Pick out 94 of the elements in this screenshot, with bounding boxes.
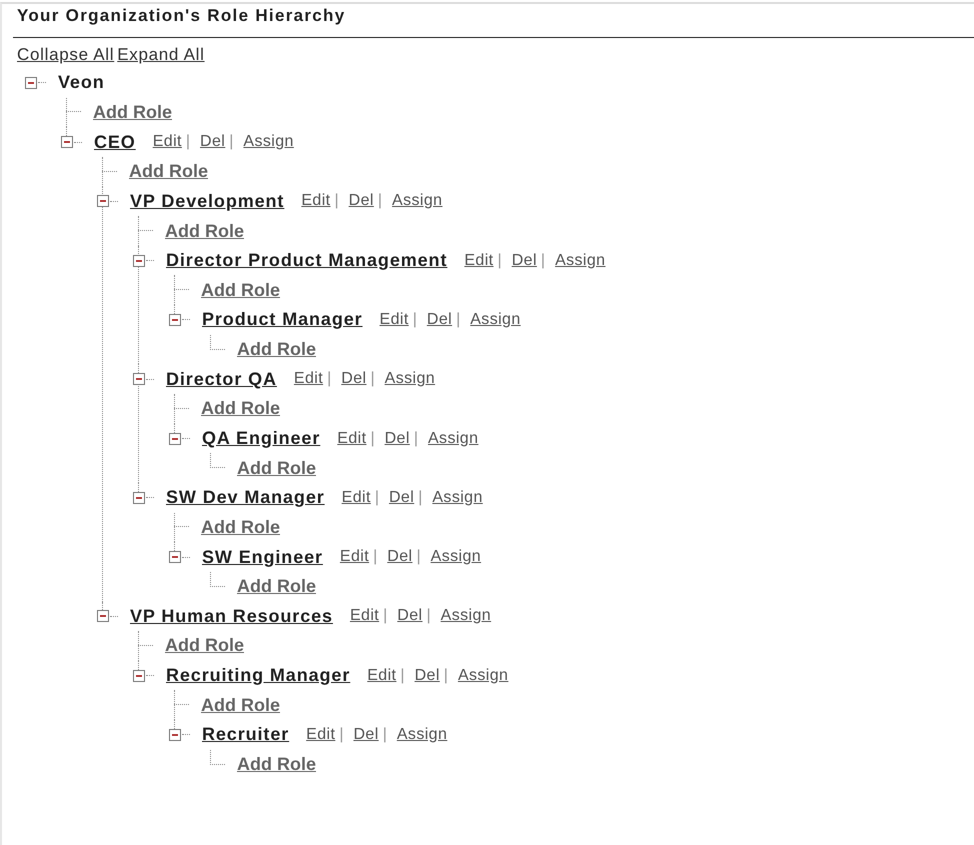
link-separator: | bbox=[370, 369, 375, 390]
edit-link[interactable]: Edit bbox=[380, 308, 409, 332]
add-role-link[interactable]: Add Role bbox=[237, 336, 316, 364]
collapse-all-link[interactable]: Collapse All bbox=[17, 43, 114, 67]
role-link[interactable]: SW Engineer bbox=[202, 544, 323, 571]
link-separator: | bbox=[400, 666, 405, 686]
minus-box-icon[interactable] bbox=[168, 551, 180, 564]
minus-box-icon[interactable] bbox=[168, 728, 180, 741]
role-link[interactable]: VP Development bbox=[130, 188, 284, 215]
page-title: Your Organization's Role Hierarchy bbox=[17, 6, 346, 26]
minus-box-icon[interactable] bbox=[132, 254, 144, 267]
edit-link[interactable]: Edit bbox=[464, 248, 494, 273]
delete-link[interactable]: Del bbox=[414, 664, 440, 688]
edit-link[interactable]: Edit bbox=[342, 486, 371, 510]
add-role-link[interactable]: Add Role bbox=[165, 632, 244, 660]
edit-link[interactable]: Edit bbox=[152, 130, 182, 154]
add-role-link[interactable]: Add Role bbox=[237, 573, 316, 600]
role-link[interactable]: VP Human Resources bbox=[130, 602, 333, 630]
role-link[interactable]: QA Engineer bbox=[202, 425, 320, 452]
role-link[interactable]: SW Dev Manager bbox=[166, 484, 325, 512]
assign-link[interactable]: Assign bbox=[428, 426, 478, 450]
link-separator: | bbox=[416, 547, 421, 568]
link-separator: | bbox=[373, 547, 378, 568]
delete-link[interactable]: Del bbox=[397, 604, 422, 628]
add-role-link[interactable]: Add Role bbox=[165, 218, 244, 245]
edit-link[interactable]: Edit bbox=[337, 426, 366, 450]
link-separator: | bbox=[382, 724, 387, 745]
delete-link[interactable]: Del bbox=[200, 130, 226, 154]
link-separator: | bbox=[426, 606, 431, 626]
link-separator: | bbox=[370, 428, 375, 448]
delete-link[interactable]: Del bbox=[384, 426, 410, 450]
link-separator: | bbox=[418, 488, 422, 508]
edit-link[interactable]: Edit bbox=[367, 664, 396, 688]
add-role-link[interactable]: Add Role bbox=[201, 514, 280, 541]
link-separator: | bbox=[378, 191, 382, 212]
link-separator: | bbox=[186, 132, 190, 152]
add-role-link[interactable]: Add Role bbox=[237, 751, 316, 778]
role-link[interactable]: Recruiter bbox=[202, 721, 290, 748]
minus-box-icon[interactable] bbox=[24, 76, 36, 89]
link-separator: | bbox=[229, 132, 234, 152]
assign-link[interactable]: Assign bbox=[430, 545, 482, 570]
link-separator: | bbox=[374, 488, 379, 508]
minus-box-icon[interactable] bbox=[132, 670, 144, 682]
assign-link[interactable]: Assign bbox=[555, 248, 606, 273]
role-link[interactable]: Director Product Management bbox=[166, 247, 448, 274]
delete-link[interactable]: Del bbox=[388, 486, 414, 510]
add-role-link[interactable]: Add Role bbox=[201, 395, 280, 422]
assign-link[interactable]: Assign bbox=[470, 308, 521, 332]
link-separator: | bbox=[444, 666, 448, 686]
minus-box-icon[interactable] bbox=[168, 432, 180, 445]
expand-all-link[interactable]: Expand All bbox=[117, 43, 205, 67]
edit-link[interactable]: Edit bbox=[294, 367, 324, 392]
delete-link[interactable]: Del bbox=[387, 545, 412, 570]
edit-link[interactable]: Edit bbox=[306, 722, 336, 747]
minus-box-icon[interactable] bbox=[96, 610, 108, 622]
assign-link[interactable]: Assign bbox=[392, 189, 442, 214]
delete-link[interactable]: Del bbox=[348, 189, 374, 214]
root-role-label: Veon bbox=[58, 71, 105, 94]
role-link[interactable]: Product Manager bbox=[202, 306, 363, 334]
link-separator: | bbox=[498, 250, 502, 271]
delete-link[interactable]: Del bbox=[512, 248, 537, 273]
delete-link[interactable]: Del bbox=[341, 367, 366, 392]
role-link[interactable]: CEO bbox=[94, 128, 136, 156]
minus-box-icon[interactable] bbox=[132, 373, 144, 386]
link-separator: | bbox=[412, 310, 417, 330]
assign-link[interactable]: Assign bbox=[458, 664, 508, 688]
link-separator: | bbox=[327, 369, 332, 390]
role-link[interactable]: Director QA bbox=[166, 366, 277, 393]
add-role-link[interactable]: Add Role bbox=[201, 692, 280, 719]
link-separator: | bbox=[339, 724, 344, 745]
link-separator: | bbox=[383, 606, 388, 626]
assign-link[interactable]: Assign bbox=[432, 486, 483, 510]
add-role-link[interactable]: Add Role bbox=[201, 276, 280, 304]
link-separator: | bbox=[334, 191, 339, 212]
minus-box-icon[interactable] bbox=[96, 195, 108, 208]
edit-link[interactable]: Edit bbox=[350, 604, 380, 628]
add-role-link[interactable]: Add Role bbox=[129, 158, 208, 186]
add-role-link[interactable]: Add Role bbox=[93, 98, 172, 126]
assign-link[interactable]: Assign bbox=[440, 604, 492, 628]
minus-box-icon[interactable] bbox=[132, 492, 144, 504]
delete-link[interactable]: Del bbox=[353, 722, 379, 747]
link-separator: | bbox=[414, 428, 418, 448]
link-separator: | bbox=[540, 250, 546, 271]
delete-link[interactable]: Del bbox=[426, 308, 452, 332]
minus-box-icon[interactable] bbox=[60, 136, 72, 148]
role-link[interactable]: Recruiting Manager bbox=[166, 662, 350, 690]
edit-link[interactable]: Edit bbox=[301, 189, 330, 214]
minus-box-icon[interactable] bbox=[168, 314, 180, 326]
assign-link[interactable]: Assign bbox=[384, 367, 436, 392]
link-separator: | bbox=[456, 310, 460, 330]
assign-link[interactable]: Assign bbox=[396, 722, 448, 747]
assign-link[interactable]: Assign bbox=[243, 130, 294, 154]
edit-link[interactable]: Edit bbox=[340, 545, 370, 570]
add-role-link[interactable]: Add Role bbox=[237, 454, 316, 482]
